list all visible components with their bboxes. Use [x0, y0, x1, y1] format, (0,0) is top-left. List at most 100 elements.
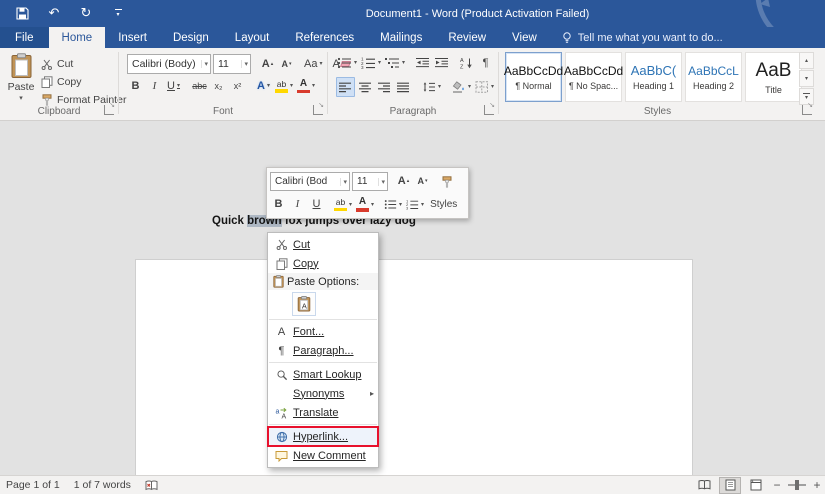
- customize-quick-access-button[interactable]: [110, 6, 126, 22]
- styles-scroll-down-button[interactable]: [799, 70, 814, 87]
- align-left-button[interactable]: [336, 77, 355, 97]
- grow-font-button[interactable]: A: [259, 55, 276, 73]
- clipboard-dialog-launcher[interactable]: [104, 101, 115, 115]
- bold-button[interactable]: B: [127, 77, 144, 95]
- tab-home[interactable]: Home: [48, 27, 106, 48]
- status-left: Page 1 of 1 1 of 7 words: [0, 479, 158, 491]
- mini-bold-button[interactable]: B: [270, 196, 287, 214]
- cut-button[interactable]: Cut: [41, 56, 73, 72]
- paragraph-group: 123 AZ ¶: [328, 48, 498, 119]
- shading-button[interactable]: [451, 78, 472, 96]
- tab-layout[interactable]: Layout: [222, 27, 283, 48]
- zoom-slider-thumb[interactable]: [795, 480, 799, 490]
- context-menu-item-paragraph[interactable]: ¶ Paragraph...: [268, 341, 378, 360]
- context-menu-item-synonyms[interactable]: Synonyms ▸: [268, 384, 378, 403]
- font-dialog-launcher[interactable]: [313, 101, 324, 115]
- tab-mailings[interactable]: Mailings: [367, 27, 435, 48]
- font-size-select[interactable]: 11: [213, 54, 251, 74]
- bullets-icon: [337, 57, 351, 69]
- tab-insert[interactable]: Insert: [105, 27, 160, 48]
- paste-button[interactable]: Paste: [5, 53, 37, 111]
- mini-shrink-font-button[interactable]: A: [414, 173, 431, 191]
- context-menu-item-new-comment[interactable]: New Comment: [268, 446, 378, 465]
- multilevel-list-button[interactable]: [384, 54, 406, 72]
- mini-italic-button[interactable]: I: [289, 196, 306, 214]
- superscript-button[interactable]: x²: [229, 77, 246, 95]
- mini-styles-button[interactable]: Styles: [427, 196, 460, 214]
- text-effects-button[interactable]: A: [255, 77, 272, 95]
- context-menu-item-cut[interactable]: Cut: [268, 235, 378, 254]
- copy-button[interactable]: Copy: [41, 74, 82, 90]
- context-menu-item-hyperlink[interactable]: Hyperlink...: [267, 426, 379, 447]
- mini-font-size-select[interactable]: 11: [352, 172, 388, 191]
- increase-indent-button[interactable]: [433, 54, 450, 72]
- save-button[interactable]: [14, 6, 30, 22]
- styles-dialog-launcher[interactable]: [802, 101, 813, 115]
- style-heading-2[interactable]: AaBbCcL Heading 2: [685, 52, 742, 102]
- mini-font-name-select[interactable]: Calibri (Bod: [270, 172, 350, 191]
- bullets-button[interactable]: [336, 54, 358, 72]
- mini-underline-button[interactable]: U: [308, 196, 325, 214]
- cut-label: Cut: [57, 58, 74, 70]
- paste-keep-text-only-button[interactable]: A: [292, 291, 316, 316]
- borders-button[interactable]: [474, 78, 495, 96]
- word-count-status[interactable]: 1 of 7 words: [74, 479, 131, 491]
- zoom-in-button[interactable]: +: [811, 478, 823, 492]
- align-center-button[interactable]: [357, 78, 374, 96]
- italic-button[interactable]: I: [146, 77, 163, 95]
- font-color-button[interactable]: A: [296, 77, 316, 95]
- change-case-button[interactable]: Aa: [303, 55, 323, 73]
- sort-button[interactable]: AZ: [458, 54, 475, 72]
- context-menu-item-copy[interactable]: Copy: [268, 254, 378, 273]
- justify-button[interactable]: [395, 78, 412, 96]
- undo-button[interactable]: ↶: [46, 6, 62, 22]
- proofing-status-button[interactable]: [145, 480, 158, 491]
- align-right-button[interactable]: [376, 78, 393, 96]
- subscript-button[interactable]: x₂: [210, 77, 227, 95]
- page-count-status[interactable]: Page 1 of 1: [6, 479, 60, 491]
- context-menu-item-smart-lookup[interactable]: Smart Lookup: [268, 365, 378, 384]
- zoom-in-icon: +: [813, 478, 821, 492]
- context-menu-item-font[interactable]: A Font...: [268, 322, 378, 341]
- underline-button[interactable]: U: [165, 77, 182, 95]
- mini-bullets-button[interactable]: [383, 196, 403, 214]
- document-page[interactable]: [135, 259, 693, 494]
- word-window: ↶ ↻ Document1 - Word (Product Activation…: [0, 0, 825, 494]
- zoom-out-button[interactable]: −: [771, 478, 783, 492]
- zoom-slider[interactable]: [788, 480, 806, 490]
- numbering-button[interactable]: 123: [360, 54, 382, 72]
- tab-references[interactable]: References: [282, 27, 367, 48]
- decrease-indent-button[interactable]: [414, 54, 431, 72]
- tab-design[interactable]: Design: [160, 27, 222, 48]
- mini-numbering-button[interactable]: 123: [405, 196, 425, 214]
- tab-file[interactable]: File: [0, 27, 49, 48]
- style-no-spacing[interactable]: AaBbCcDd ¶ No Spac...: [564, 52, 623, 102]
- context-menu-item-translate[interactable]: aA Translate: [268, 403, 378, 422]
- strikethrough-button[interactable]: abc: [191, 77, 208, 95]
- translate-icon: aA: [273, 407, 290, 419]
- mini-font-size-value: 11: [357, 176, 368, 187]
- mini-format-painter-button[interactable]: [438, 173, 455, 191]
- show-hide-marks-button[interactable]: ¶: [477, 54, 494, 72]
- text-highlight-button[interactable]: ab: [274, 77, 294, 95]
- mini-highlight-button[interactable]: ab: [333, 196, 353, 214]
- numbering-icon: 123: [361, 57, 376, 69]
- styles-scroll-up-button[interactable]: [799, 52, 814, 69]
- read-mode-button[interactable]: [694, 478, 714, 493]
- font-name-select[interactable]: Calibri (Body): [127, 54, 211, 74]
- tell-me-box[interactable]: Tell me what you want to do...: [562, 27, 723, 48]
- subscript-icon: x₂: [214, 80, 223, 91]
- mini-font-color-button[interactable]: A: [355, 196, 375, 214]
- paragraph-dialog-launcher[interactable]: [484, 101, 495, 115]
- shrink-font-button[interactable]: A: [278, 55, 295, 73]
- print-layout-button[interactable]: [719, 476, 741, 494]
- web-layout-button[interactable]: [746, 478, 766, 493]
- mini-grow-font-button[interactable]: A: [395, 173, 412, 191]
- style-title[interactable]: AaB Title: [745, 52, 802, 102]
- redo-button[interactable]: ↻: [78, 6, 94, 22]
- style-normal[interactable]: AaBbCcDd ¶ Normal: [504, 52, 563, 102]
- tab-view[interactable]: View: [499, 27, 550, 48]
- style-heading-1[interactable]: AaBbC( Heading 1: [625, 52, 682, 102]
- tab-review[interactable]: Review: [435, 27, 499, 48]
- line-spacing-button[interactable]: [421, 78, 442, 96]
